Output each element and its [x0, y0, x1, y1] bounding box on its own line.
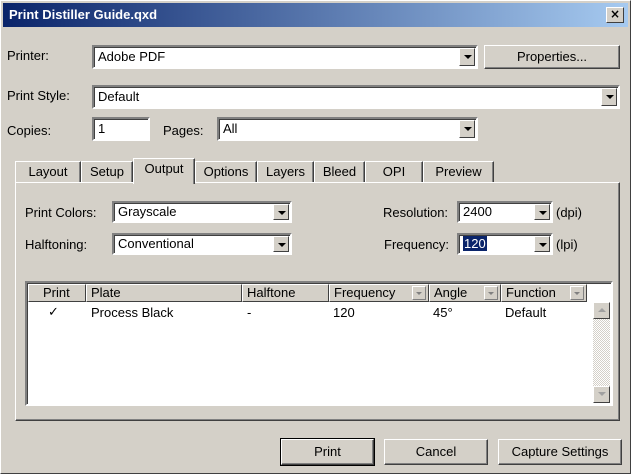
- vertical-scrollbar[interactable]: [593, 302, 610, 403]
- scroll-up-icon[interactable]: [593, 302, 610, 319]
- scroll-down-icon[interactable]: [593, 386, 610, 403]
- checkmark-icon[interactable]: ✓: [48, 305, 59, 320]
- copies-field[interactable]: 1: [92, 117, 150, 141]
- frequency-select[interactable]: 120: [457, 233, 553, 255]
- chevron-down-icon[interactable]: [459, 48, 475, 66]
- column-header-angle-label: Angle: [434, 285, 468, 300]
- print-button[interactable]: Print: [280, 438, 375, 466]
- chevron-down-icon[interactable]: [534, 236, 550, 252]
- capture-settings-button[interactable]: Capture Settings: [498, 439, 622, 465]
- properties-button[interactable]: Properties...: [484, 45, 620, 69]
- printer-value: Adobe PDF: [98, 49, 166, 64]
- tab-preview[interactable]: Preview: [423, 161, 494, 183]
- copies-label: Copies:: [7, 123, 52, 138]
- print-style-value: Default: [98, 89, 140, 104]
- sort-arrow-icon[interactable]: [484, 286, 498, 300]
- copies-value: 1: [98, 121, 106, 136]
- print-colors-label: Print Colors:: [25, 205, 97, 220]
- cancel-button[interactable]: Cancel: [384, 439, 488, 465]
- frequency-unit: (lpi): [556, 237, 578, 252]
- chevron-down-icon[interactable]: [273, 236, 289, 252]
- column-header-frequency-label: Frequency: [334, 285, 396, 300]
- chevron-down-icon[interactable]: [273, 204, 289, 220]
- column-header-plate[interactable]: Plate: [86, 284, 242, 302]
- resolution-select[interactable]: 2400: [457, 201, 553, 223]
- tab-layers[interactable]: Layers: [257, 161, 314, 183]
- print-dialog: Print Distiller Guide.qxd × Printer: Ado…: [0, 0, 631, 474]
- resolution-label: Resolution:: [383, 205, 449, 220]
- pages-select[interactable]: All: [217, 117, 478, 141]
- resolution-unit: (dpi): [556, 205, 583, 220]
- column-header-function[interactable]: Function: [501, 284, 587, 302]
- cell-halftone: -: [247, 305, 252, 320]
- cell-function: Default: [505, 305, 547, 320]
- tab-opi[interactable]: OPI: [365, 161, 423, 183]
- column-header-frequency[interactable]: Frequency: [329, 284, 429, 302]
- plates-table[interactable]: Print Plate Halftone Frequency Angle Fun…: [25, 281, 613, 406]
- cell-frequency: 120: [333, 305, 355, 320]
- halftoning-value: Conventional: [118, 236, 194, 251]
- window-title: Print Distiller Guide.qxd: [9, 7, 158, 22]
- column-header-angle[interactable]: Angle: [429, 284, 501, 302]
- print-style-label: Print Style:: [7, 88, 70, 103]
- print-colors-select[interactable]: Grayscale: [112, 201, 292, 223]
- pages-label: Pages:: [163, 123, 204, 138]
- column-header-function-label: Function: [506, 285, 556, 300]
- tab-layout[interactable]: Layout: [15, 161, 81, 183]
- sort-arrow-icon[interactable]: [412, 286, 426, 300]
- tab-output[interactable]: Output: [133, 158, 195, 184]
- tab-options[interactable]: Options: [195, 161, 257, 183]
- resolution-value: 2400: [463, 204, 492, 219]
- column-header-halftone[interactable]: Halftone: [242, 284, 329, 302]
- pages-value: All: [223, 121, 238, 136]
- printer-label: Printer:: [7, 48, 49, 63]
- sort-arrow-icon[interactable]: [570, 286, 584, 300]
- print-style-select[interactable]: Default: [92, 85, 620, 109]
- halftoning-select[interactable]: Conventional: [112, 233, 292, 255]
- printer-select[interactable]: Adobe PDF: [92, 45, 478, 69]
- chevron-down-icon[interactable]: [459, 120, 475, 138]
- close-icon[interactable]: ×: [606, 7, 624, 23]
- tab-bleed[interactable]: Bleed: [314, 161, 365, 183]
- frequency-label: Frequency:: [384, 237, 450, 252]
- frequency-value: 120: [463, 236, 487, 251]
- print-colors-value: Grayscale: [118, 204, 177, 219]
- halftoning-label: Halftoning:: [25, 237, 88, 252]
- chevron-down-icon[interactable]: [534, 204, 550, 220]
- title-bar: Print Distiller Guide.qxd ×: [3, 3, 628, 27]
- chevron-down-icon[interactable]: [601, 88, 617, 106]
- tab-setup[interactable]: Setup: [81, 161, 133, 183]
- cell-angle: 45°: [433, 305, 453, 320]
- column-header-print[interactable]: Print: [28, 284, 86, 302]
- cell-plate: Process Black: [91, 305, 174, 320]
